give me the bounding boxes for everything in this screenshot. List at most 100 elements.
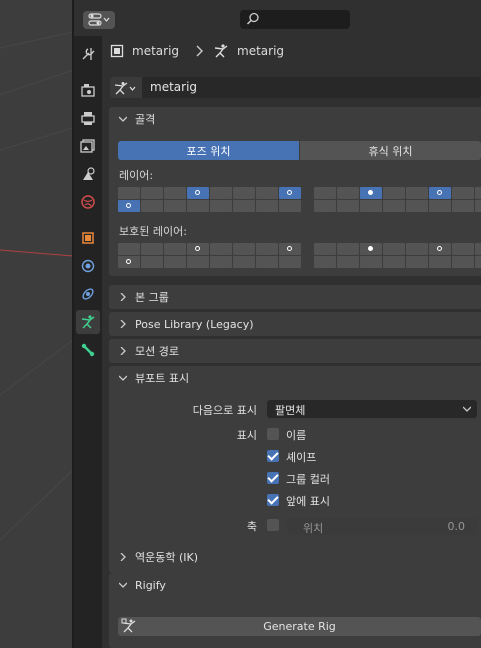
layer-cell[interactable] xyxy=(210,200,232,212)
layer-cell[interactable] xyxy=(141,200,163,212)
layer-cell[interactable] xyxy=(210,256,232,268)
armature-name-field[interactable]: metarig xyxy=(150,80,197,94)
generate-rig-button[interactable]: Generate Rig xyxy=(118,617,481,636)
layer-cell[interactable] xyxy=(406,256,428,268)
tab-output[interactable] xyxy=(76,106,100,130)
layer-cell[interactable] xyxy=(337,200,359,212)
ik-header[interactable]: 역운동학 (IK) xyxy=(109,545,481,569)
layer-grid-right[interactable] xyxy=(314,187,481,212)
layer-cell[interactable] xyxy=(279,256,301,268)
layer-cell[interactable] xyxy=(383,256,405,268)
layer-cell[interactable] xyxy=(141,256,163,268)
layer-cell[interactable] xyxy=(233,187,255,199)
tab-bone[interactable] xyxy=(76,338,100,362)
layer-cell[interactable] xyxy=(187,200,209,212)
layer-cell[interactable] xyxy=(164,256,186,268)
layer-cell[interactable] xyxy=(452,200,474,212)
axes-checkbox[interactable] xyxy=(267,519,279,531)
editor-type-button[interactable] xyxy=(83,11,115,29)
browse-armature-button[interactable] xyxy=(110,77,142,98)
layer-cell[interactable] xyxy=(475,256,481,268)
protected-layer-grid-right[interactable] xyxy=(314,243,481,268)
layer-cell[interactable] xyxy=(164,243,186,255)
shapes-checkbox[interactable] xyxy=(267,450,279,462)
bone-groups-panel[interactable]: 본 그룹 xyxy=(109,285,481,309)
tab-render[interactable] xyxy=(76,78,100,102)
layer-cell[interactable] xyxy=(337,256,359,268)
layer-cell[interactable] xyxy=(314,200,336,212)
layer-cell[interactable] xyxy=(279,243,301,255)
tab-scene[interactable] xyxy=(76,162,100,186)
layer-cell[interactable] xyxy=(337,187,359,199)
group-colors-checkbox[interactable] xyxy=(267,472,279,484)
layer-cell[interactable] xyxy=(429,243,451,255)
names-checkbox[interactable] xyxy=(267,428,279,440)
layer-cell[interactable] xyxy=(279,200,301,212)
layer-cell[interactable] xyxy=(233,200,255,212)
pose-library-panel[interactable]: Pose Library (Legacy) xyxy=(109,312,481,336)
layer-cell[interactable] xyxy=(452,256,474,268)
layer-cell[interactable] xyxy=(475,200,481,212)
display-as-dropdown[interactable]: 팔면체 xyxy=(267,400,477,418)
layer-cell[interactable] xyxy=(383,243,405,255)
layer-cell[interactable] xyxy=(256,200,278,212)
motion-paths-panel[interactable]: 모션 경로 xyxy=(109,339,481,363)
3d-viewport[interactable] xyxy=(0,0,73,648)
layer-cell[interactable] xyxy=(406,187,428,199)
layer-cell[interactable] xyxy=(383,200,405,212)
layer-cell[interactable] xyxy=(314,243,336,255)
pose-library-header[interactable]: Pose Library (Legacy) xyxy=(109,312,481,336)
layer-cell[interactable] xyxy=(314,187,336,199)
tab-object[interactable] xyxy=(76,226,100,250)
layer-cell[interactable] xyxy=(429,187,451,199)
layer-cell[interactable] xyxy=(279,187,301,199)
layer-cell[interactable] xyxy=(429,256,451,268)
layer-cell[interactable] xyxy=(233,243,255,255)
layer-cell[interactable] xyxy=(118,256,140,268)
layer-cell[interactable] xyxy=(233,256,255,268)
armature-datablock-selector[interactable]: metarig xyxy=(110,77,481,98)
viewport-display-header[interactable]: 뷰포트 표시 xyxy=(109,366,481,390)
rest-position-button[interactable]: 휴식 위치 xyxy=(300,141,481,160)
layer-cell[interactable] xyxy=(314,256,336,268)
layer-cell[interactable] xyxy=(118,187,140,199)
layer-cell[interactable] xyxy=(256,256,278,268)
layer-cell[interactable] xyxy=(187,243,209,255)
layer-cell[interactable] xyxy=(475,243,481,255)
layer-cell[interactable] xyxy=(187,256,209,268)
motion-paths-header[interactable]: 모션 경로 xyxy=(109,339,481,363)
layer-cell[interactable] xyxy=(360,200,382,212)
layer-cell[interactable] xyxy=(475,187,481,199)
layer-cell[interactable] xyxy=(429,200,451,212)
tab-world[interactable] xyxy=(76,190,100,214)
tab-tool[interactable] xyxy=(76,42,100,66)
tab-armature-data[interactable] xyxy=(76,310,100,334)
layer-cell[interactable] xyxy=(118,243,140,255)
layer-cell[interactable] xyxy=(452,243,474,255)
layer-grid-left[interactable] xyxy=(118,187,301,212)
layer-cell[interactable] xyxy=(337,243,359,255)
bone-groups-header[interactable]: 본 그룹 xyxy=(109,285,481,309)
pose-position-button[interactable]: 포즈 위치 xyxy=(118,141,299,160)
inverse-kinematics-panel[interactable]: 역운동학 (IK) xyxy=(109,545,481,569)
skeleton-panel-header[interactable]: 골격 xyxy=(109,107,481,131)
layer-cell[interactable] xyxy=(210,243,232,255)
tab-view-layer[interactable] xyxy=(76,134,100,158)
tab-modifiers[interactable] xyxy=(76,254,100,278)
layer-cell[interactable] xyxy=(360,243,382,255)
layer-cell[interactable] xyxy=(187,187,209,199)
in-front-checkbox[interactable] xyxy=(267,494,279,506)
search-input[interactable] xyxy=(240,10,350,29)
axes-position-field[interactable]: 위치 0.0 xyxy=(287,518,477,535)
layer-cell[interactable] xyxy=(141,187,163,199)
layer-cell[interactable] xyxy=(452,187,474,199)
rigify-header[interactable]: Rigify xyxy=(109,573,481,597)
layer-cell[interactable] xyxy=(256,187,278,199)
layer-cell[interactable] xyxy=(256,243,278,255)
layer-cell[interactable] xyxy=(210,187,232,199)
layer-cell[interactable] xyxy=(360,187,382,199)
layer-cell[interactable] xyxy=(164,187,186,199)
layer-cell[interactable] xyxy=(383,187,405,199)
layer-cell[interactable] xyxy=(164,200,186,212)
layer-cell[interactable] xyxy=(360,256,382,268)
